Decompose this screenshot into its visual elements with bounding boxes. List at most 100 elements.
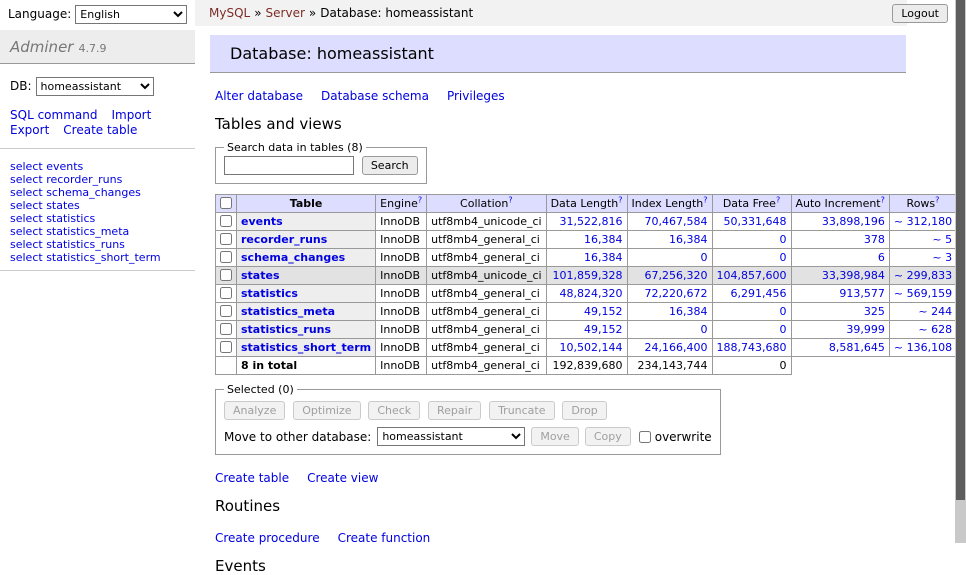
help-link[interactable]: ? (703, 197, 707, 210)
help-link[interactable]: ? (508, 197, 512, 210)
data-length-link[interactable]: 101,859,328 (553, 269, 623, 282)
logout-button[interactable]: Logout (892, 4, 948, 23)
sidebar-table-name-link[interactable]: statistics_short_term (46, 251, 160, 264)
table-link[interactable]: recorder_runs (241, 233, 327, 246)
sidebar-table-name-link[interactable]: statistics_meta (46, 225, 129, 238)
database-schema-link[interactable]: Database schema (321, 89, 429, 103)
table-link[interactable]: statistics_meta (241, 305, 335, 318)
index-length-link[interactable]: 72,220,672 (645, 287, 708, 300)
table-link[interactable]: statistics (241, 287, 298, 300)
help-link[interactable]: ? (418, 197, 422, 210)
rows-link[interactable]: ~ 569,159 (894, 287, 952, 300)
truncate-button[interactable]: Truncate (489, 401, 554, 420)
data-free-link[interactable]: 188,743,680 (717, 341, 787, 354)
data-free-link[interactable]: 0 (780, 305, 787, 318)
index-length-link[interactable]: 24,166,400 (645, 341, 708, 354)
db-select[interactable]: homeassistant (36, 77, 154, 96)
auto-increment-link[interactable]: 33,398,984 (822, 269, 885, 282)
table-link[interactable]: statistics_runs (241, 323, 331, 336)
check-button[interactable]: Check (368, 401, 420, 420)
rows-link[interactable]: ~ 136,108 (894, 341, 952, 354)
analyze-button[interactable]: Analyze (224, 401, 285, 420)
index-length-link[interactable]: 16,384 (669, 305, 708, 318)
copy-button[interactable]: Copy (585, 427, 631, 446)
row-checkbox[interactable] (220, 287, 232, 299)
rows-link[interactable]: ~ 312,180 (894, 215, 952, 228)
auto-increment-link[interactable]: 6 (878, 251, 885, 264)
data-free-link[interactable]: 0 (780, 323, 787, 336)
data-length-link[interactable]: 10,502,144 (560, 341, 623, 354)
index-length-link[interactable]: 67,256,320 (645, 269, 708, 282)
auto-increment-link[interactable]: 913,577 (839, 287, 885, 300)
index-length-link[interactable]: 70,467,584 (645, 215, 708, 228)
row-checkbox[interactable] (220, 215, 232, 227)
sidebar-table-name-link[interactable]: statistics_runs (46, 238, 125, 251)
data-free-link[interactable]: 6,291,456 (731, 287, 787, 300)
help-link[interactable]: ? (881, 197, 885, 210)
table-select-link[interactable]: select (10, 173, 43, 186)
table-select-link[interactable]: select (10, 212, 43, 225)
sql-command-link[interactable]: SQL command (10, 108, 97, 122)
row-checkbox[interactable] (220, 305, 232, 317)
rows-link[interactable]: ~ 299,833 (894, 269, 952, 282)
privileges-link[interactable]: Privileges (447, 89, 505, 103)
table-link[interactable]: schema_changes (241, 251, 345, 264)
table-link[interactable]: statistics_short_term (241, 341, 371, 354)
row-checkbox[interactable] (220, 323, 232, 335)
export-link[interactable]: Export (10, 123, 49, 137)
rows-link[interactable]: ~ 628 (918, 323, 952, 336)
table-select-link[interactable]: select (10, 238, 43, 251)
table-link[interactable]: events (241, 215, 283, 228)
sidebar-table-name-link[interactable]: statistics (46, 212, 95, 225)
index-length-link[interactable]: 16,384 (669, 233, 708, 246)
move-button[interactable]: Move (531, 427, 579, 446)
search-input[interactable] (224, 156, 354, 175)
vertical-scrollbar[interactable] (955, 0, 966, 543)
help-link[interactable]: ? (776, 197, 780, 210)
auto-increment-link[interactable]: 33,898,196 (822, 215, 885, 228)
data-free-link[interactable]: 50,331,648 (724, 215, 787, 228)
table-select-link[interactable]: select (10, 186, 43, 199)
create-table-link[interactable]: Create table (215, 471, 289, 485)
scrollbar-thumb[interactable] (956, 0, 965, 500)
sidebar-table-name-link[interactable]: schema_changes (46, 186, 141, 199)
drop-button[interactable]: Drop (562, 401, 606, 420)
create-view-link[interactable]: Create view (307, 471, 378, 485)
data-length-link[interactable]: 16,384 (584, 233, 623, 246)
repair-button[interactable]: Repair (428, 401, 481, 420)
data-length-link[interactable]: 16,384 (584, 251, 623, 264)
sidebar-create-table-link[interactable]: Create table (63, 123, 137, 137)
optimize-button[interactable]: Optimize (293, 401, 360, 420)
auto-increment-link[interactable]: 39,999 (846, 323, 885, 336)
row-checkbox[interactable] (220, 269, 232, 281)
auto-increment-link[interactable]: 325 (864, 305, 885, 318)
breadcrumb-mysql-link[interactable]: MySQL (209, 6, 250, 20)
language-select[interactable]: English (75, 5, 187, 24)
table-select-link[interactable]: select (10, 199, 43, 212)
rows-link[interactable]: ~ 5 (932, 233, 952, 246)
table-select-link[interactable]: select (10, 251, 43, 264)
sidebar-table-name-link[interactable]: recorder_runs (46, 173, 122, 186)
move-db-select[interactable]: homeassistant (377, 427, 525, 446)
import-link[interactable]: Import (111, 108, 151, 122)
alter-database-link[interactable]: Alter database (215, 89, 303, 103)
table-link[interactable]: states (241, 269, 280, 282)
data-free-link[interactable]: 0 (780, 251, 787, 264)
row-checkbox[interactable] (220, 233, 232, 245)
rows-link[interactable]: ~ 3 (932, 251, 952, 264)
table-select-link[interactable]: select (10, 160, 43, 173)
sidebar-table-name-link[interactable]: events (46, 160, 83, 173)
data-length-link[interactable]: 49,152 (584, 305, 623, 318)
select-all-checkbox[interactable] (220, 197, 232, 209)
data-length-link[interactable]: 49,152 (584, 323, 623, 336)
overwrite-checkbox[interactable] (639, 431, 651, 443)
search-button[interactable]: Search (362, 156, 418, 175)
index-length-link[interactable]: 0 (701, 251, 708, 264)
data-length-link[interactable]: 48,824,320 (560, 287, 623, 300)
sidebar-table-name-link[interactable]: states (46, 199, 80, 212)
row-checkbox[interactable] (220, 341, 232, 353)
auto-increment-link[interactable]: 378 (864, 233, 885, 246)
data-length-link[interactable]: 31,522,816 (560, 215, 623, 228)
data-free-link[interactable]: 0 (780, 233, 787, 246)
auto-increment-link[interactable]: 8,581,645 (829, 341, 885, 354)
